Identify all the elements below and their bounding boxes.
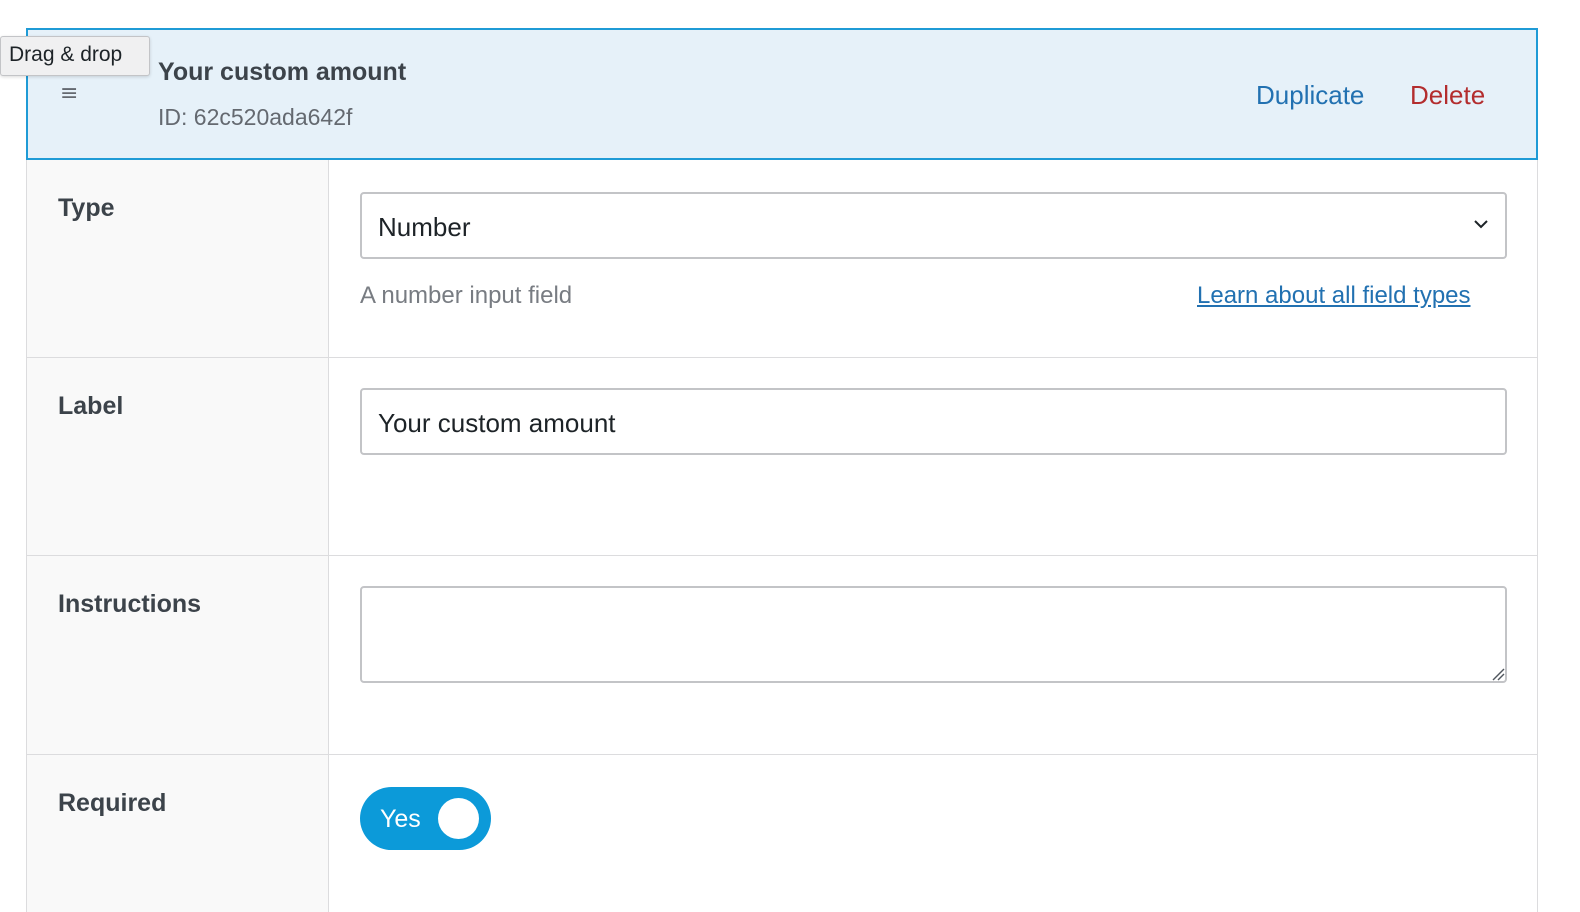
toggle-knob (438, 798, 479, 839)
field-title: Your custom amount (158, 58, 407, 86)
instructions-label-column: Instructions (27, 556, 329, 754)
duplicate-button[interactable]: Duplicate (1256, 80, 1364, 111)
type-help-text: A number input field (360, 282, 573, 309)
required-label: Required (58, 789, 167, 817)
hamburger-icon[interactable]: ≡ (60, 83, 80, 105)
instructions-label: Instructions (58, 590, 202, 618)
type-label-column: Type (27, 160, 329, 357)
type-row: Type Number A number input field Learn a… (27, 160, 1537, 358)
learn-field-types-link[interactable]: Learn about all field types (1197, 282, 1471, 310)
resize-grip-icon[interactable] (1491, 667, 1505, 681)
chevron-down-icon (1474, 220, 1488, 229)
required-row: Required Yes (27, 755, 1537, 912)
type-label: Type (58, 194, 115, 222)
label-input[interactable]: Your custom amount (360, 388, 1507, 455)
label-row: Label Your custom amount (27, 358, 1537, 556)
instructions-textarea[interactable] (360, 586, 1507, 683)
delete-button[interactable]: Delete (1410, 80, 1485, 111)
field-editor-panel: ≡ Your custom amount ID: 62c520ada642f D… (26, 28, 1538, 912)
field-header[interactable]: ≡ Your custom amount ID: 62c520ada642f D… (26, 28, 1538, 160)
instructions-row: Instructions (27, 556, 1537, 755)
field-id: ID: 62c520ada642f (158, 104, 353, 130)
toggle-label: Yes (380, 805, 421, 833)
label-label-column: Label (27, 358, 329, 555)
required-toggle[interactable]: Yes (360, 787, 491, 850)
type-select-value: Number (378, 212, 471, 242)
type-select[interactable]: Number (360, 192, 1507, 259)
required-label-column: Required (27, 755, 329, 912)
drag-drop-tooltip: Drag & drop (0, 36, 150, 76)
label-label: Label (58, 392, 124, 420)
